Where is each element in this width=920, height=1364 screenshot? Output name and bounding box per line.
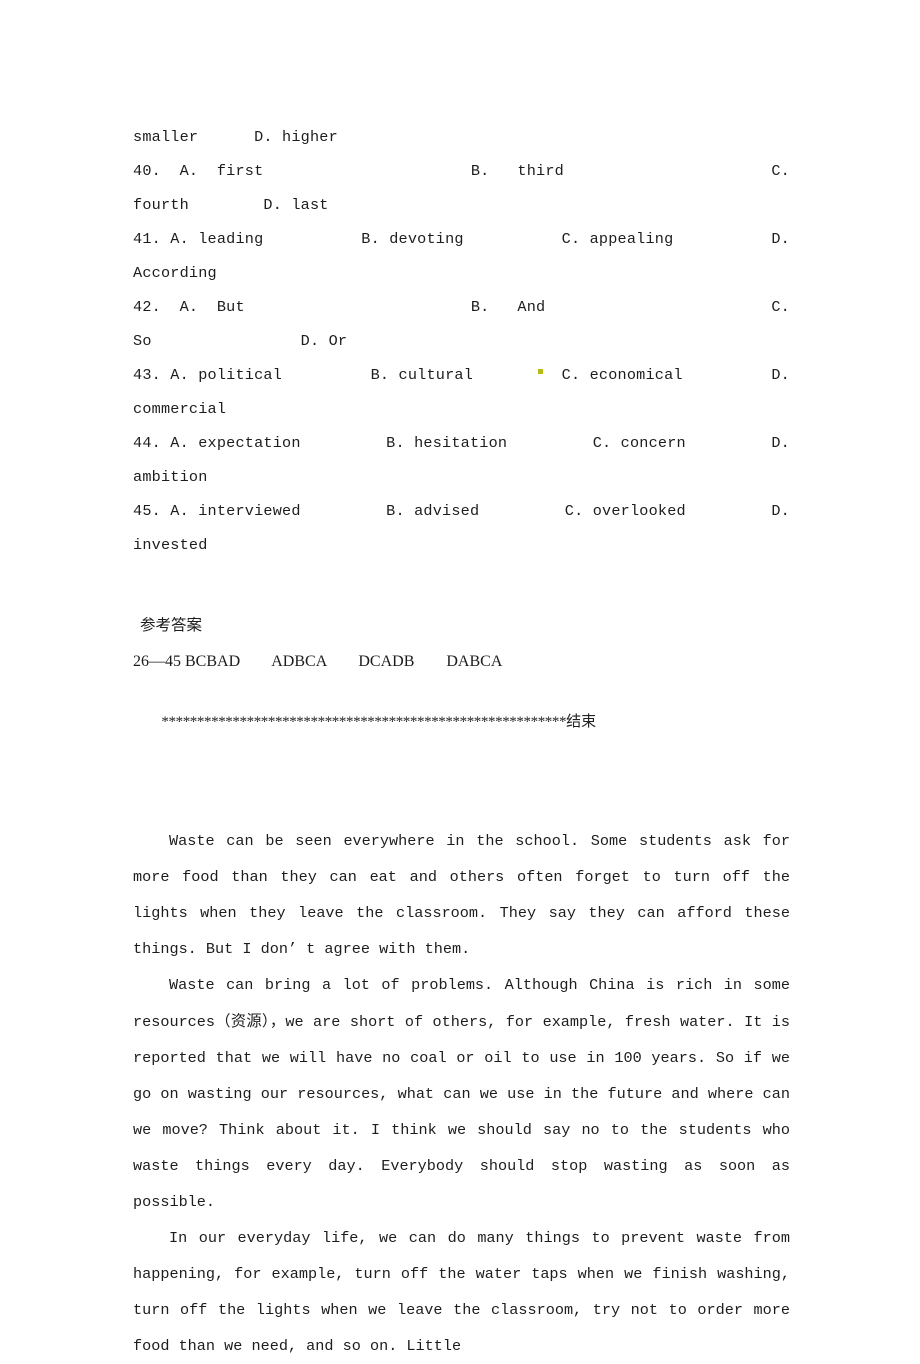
mcq-option-c: C. concern — [592, 434, 686, 452]
mcq-option-a: 40. A. first — [133, 162, 264, 180]
mcq-option-b: B. cultural — [370, 366, 474, 384]
mcq-line-q42-primary: 42. A. But B. And C. — [133, 290, 790, 324]
essay-p2-chinese-gloss: （资源） — [215, 1012, 270, 1030]
mcq-option-b: B. devoting — [361, 230, 464, 248]
mcq-option-c-label: C. — [771, 298, 790, 316]
mcq-option-b: B. third — [470, 162, 564, 180]
essay-paragraph-1: Waste can be seen everywhere in the scho… — [133, 832, 790, 958]
mcq-option-a: 42. A. But — [133, 298, 245, 316]
mcq-option-b: B. hesitation — [386, 434, 508, 452]
mcq-line-q43-primary: 43. A. political B. cultural C. economic… — [133, 358, 790, 392]
multiple-choice-options: smaller D. higher 40. A. first B. third … — [133, 120, 790, 562]
mcq-option-a: 41. A. leading — [133, 230, 264, 248]
mcq-option-d-label: D. — [771, 434, 790, 452]
end-label: 结束 — [566, 712, 597, 730]
essay-p2-part-b: ，we are short of others, for example, fr… — [133, 1013, 790, 1211]
page-content: smaller D. higher 40. A. first B. third … — [133, 120, 790, 1364]
mcq-option-c: C. economical — [561, 366, 683, 384]
mcq-option-b: B. And — [470, 298, 546, 316]
mcq-line-q40-primary: 40. A. first B. third C. — [133, 154, 790, 188]
answer-key-heading: 参考答案 — [140, 616, 203, 634]
essay-body: Waste can be seen everywhere in the scho… — [133, 823, 790, 1364]
mcq-line-q45-wrap: invested — [133, 536, 208, 554]
essay-paragraph-2: Waste can bring a lot of problems. Altho… — [133, 967, 790, 1220]
answer-key-line: 26—45 BCBAD ADBCA DCADB DABCA — [133, 653, 503, 670]
mcq-option-c: C. overlooked — [564, 502, 686, 520]
mcq-option-d-label: D. — [771, 230, 790, 248]
answer-key-section: 参考答案 26—45 BCBAD ADBCA DCADB DABCA *****… — [133, 610, 790, 761]
essay-paragraph-3: In our everyday life, we can do many thi… — [133, 1229, 790, 1355]
mcq-line-q45-primary: 45. A. interviewed B. advised C. overloo… — [133, 494, 790, 528]
mcq-line-q41-primary: 41. A. leading B. devoting C. appealing … — [133, 222, 790, 256]
mcq-line-q44-wrap: ambition — [133, 468, 208, 486]
mcq-line-q43-wrap: commercial — [133, 400, 227, 418]
mcq-option-b: B. advised — [386, 502, 480, 520]
mcq-option-c: C. appealing — [561, 230, 674, 248]
mcq-option-d-label: D. — [771, 502, 790, 520]
asterisk-run: ****************************************… — [161, 714, 567, 730]
mcq-line-q40-wrap: fourth D. last — [133, 196, 329, 214]
mcq-line-q42-wrap: So D. Or — [133, 332, 348, 350]
mcq-option-d-label: D. — [771, 366, 790, 384]
mcq-option-a: 45. A. interviewed — [133, 502, 301, 520]
mcq-option-c-label: C. — [771, 162, 790, 180]
mcq-line-q44-primary: 44. A. expectation B. hesitation C. conc… — [133, 426, 790, 460]
section-separator: ****************************************… — [133, 682, 653, 761]
document-page: smaller D. higher 40. A. first B. third … — [0, 0, 920, 1355]
mcq-line-q41-wrap: According — [133, 264, 217, 282]
scan-artifact-dot — [538, 369, 543, 374]
mcq-option-a: 43. A. political — [133, 366, 283, 384]
mcq-line-q39-continuation: smaller D. higher — [133, 128, 338, 146]
mcq-option-a: 44. A. expectation — [133, 434, 301, 452]
